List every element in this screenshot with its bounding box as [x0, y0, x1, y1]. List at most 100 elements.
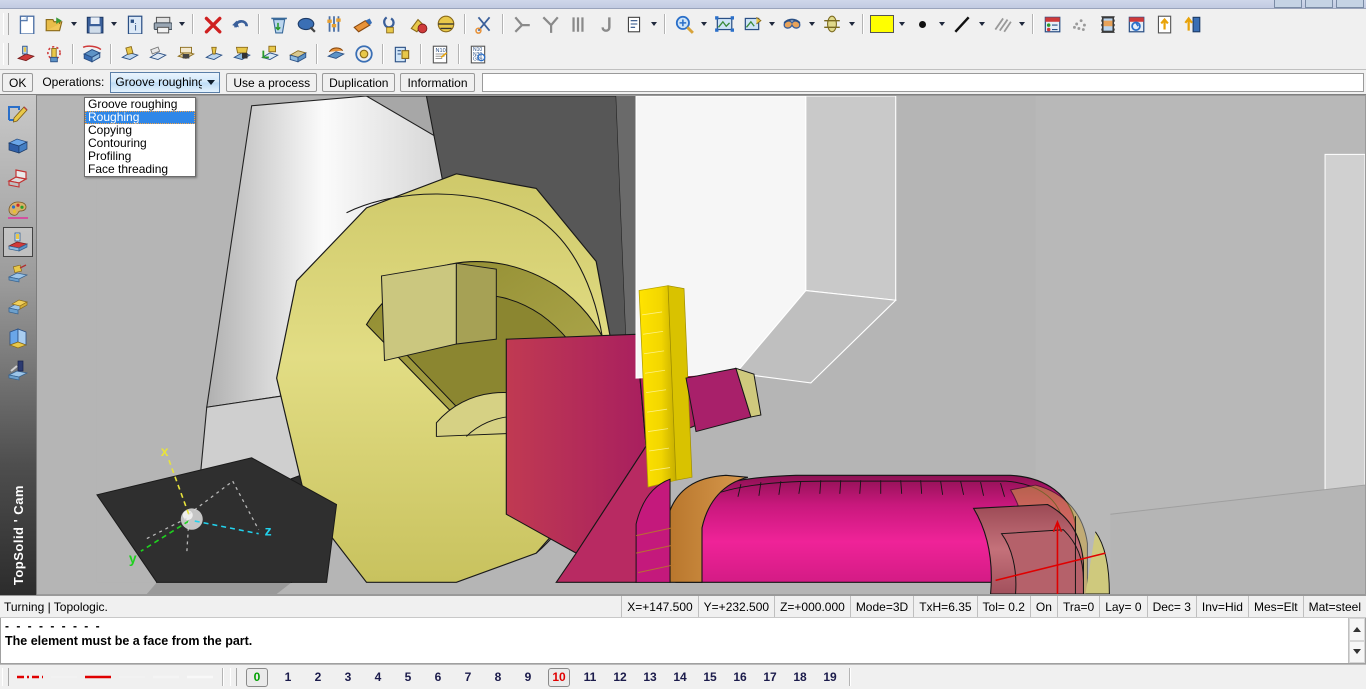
line-style-swatch[interactable] — [115, 668, 149, 686]
roughing-op-icon[interactable] — [116, 40, 144, 68]
layer-button[interactable]: 16 — [730, 669, 750, 686]
layer-button[interactable]: 2 — [308, 669, 328, 686]
text-edit-dropdown-arrow[interactable] — [648, 11, 660, 37]
layer-button[interactable]: 8 — [488, 669, 508, 686]
layer-button[interactable]: 13 — [640, 669, 660, 686]
turning-machine-icon[interactable] — [12, 40, 40, 68]
axis-op-icon[interactable] — [256, 40, 284, 68]
layer-toolbar-grip[interactable] — [230, 668, 237, 686]
layer-button[interactable]: 18 — [790, 669, 810, 686]
line-style-swatch[interactable] — [183, 668, 217, 686]
tool-orange-icon[interactable] — [348, 10, 376, 38]
close-button[interactable] — [1336, 0, 1364, 8]
save-icon[interactable] — [80, 10, 108, 38]
layer-button[interactable]: 15 — [700, 669, 720, 686]
sidebar-item-appearance[interactable] — [3, 195, 33, 225]
export-up-icon[interactable] — [1150, 10, 1178, 38]
line-style-swatch[interactable] — [149, 668, 183, 686]
delete-icon[interactable] — [198, 10, 226, 38]
view-add-icon[interactable] — [738, 10, 766, 38]
import-icon[interactable] — [1178, 10, 1206, 38]
intersect-icon[interactable] — [536, 10, 564, 38]
scroll-up-arrow-icon[interactable] — [1349, 618, 1365, 641]
cycle-icon[interactable] — [350, 40, 378, 68]
sidebar-item-sheet-metal[interactable] — [3, 163, 33, 193]
operations-dropdown-item[interactable]: Face threading — [85, 163, 195, 176]
grooving-op-icon[interactable] — [172, 40, 200, 68]
save-dropdown-arrow[interactable] — [108, 11, 120, 37]
layer-button[interactable]: 14 — [670, 669, 690, 686]
line-style-swatch[interactable] — [47, 668, 81, 686]
layer-button[interactable]: 17 — [760, 669, 780, 686]
parallel-lines-icon[interactable] — [564, 10, 592, 38]
line-style-swatch[interactable] — [13, 668, 47, 686]
information-button[interactable]: Information — [400, 72, 475, 92]
toolbar-grip[interactable] — [3, 13, 9, 35]
color-swatch[interactable] — [868, 10, 896, 38]
tangent-icon[interactable] — [508, 10, 536, 38]
render-icon[interactable] — [1122, 10, 1150, 38]
clamp-icon[interactable] — [376, 10, 404, 38]
simulate-icon[interactable] — [432, 10, 460, 38]
layer-button[interactable]: 0 — [246, 667, 268, 687]
point-style-icon[interactable] — [908, 10, 936, 38]
sidebar-item-assembly[interactable] — [3, 291, 33, 321]
view-dropdown-arrow[interactable] — [766, 11, 778, 37]
message-scroll-spinner[interactable] — [1348, 618, 1365, 663]
glasses-dropdown-arrow[interactable] — [806, 11, 818, 37]
print-icon[interactable] — [148, 10, 176, 38]
open-document-icon[interactable] — [40, 10, 68, 38]
layer-button[interactable]: 6 — [428, 669, 448, 686]
zoom-all-icon[interactable] — [710, 10, 738, 38]
magnifier-blue-icon[interactable] — [292, 10, 320, 38]
film-strip-icon[interactable] — [1094, 10, 1122, 38]
sidebar-item-mold[interactable] — [3, 355, 33, 385]
sidebar-item-tooling[interactable] — [3, 259, 33, 289]
3d-viewport[interactable]: x y z — [37, 95, 1366, 595]
color-dropdown-arrow[interactable] — [896, 11, 908, 37]
toolbar-grip[interactable] — [3, 43, 9, 65]
operations-dropdown-list[interactable]: Groove roughing Roughing Copying Contouring… — [84, 97, 196, 177]
line-style-dropdown-arrow[interactable] — [976, 11, 988, 37]
undo-icon[interactable] — [226, 10, 254, 38]
chevron-down-icon[interactable] — [202, 73, 219, 92]
layer-button[interactable]: 4 — [368, 669, 388, 686]
tool-holder-icon[interactable] — [40, 40, 68, 68]
document-info-icon[interactable]: i — [120, 10, 148, 38]
print-dropdown-arrow[interactable] — [176, 11, 188, 37]
hatch-style-dropdown-arrow[interactable] — [1016, 11, 1028, 37]
drilling-op-icon[interactable] — [200, 40, 228, 68]
hatch-style-icon[interactable] — [988, 10, 1016, 38]
simulation-icon[interactable] — [322, 40, 350, 68]
layer-button[interactable]: 1 — [278, 669, 298, 686]
command-input[interactable] — [481, 72, 1364, 92]
zoom-dropdown-arrow[interactable] — [698, 11, 710, 37]
zoom-in-icon[interactable] — [670, 10, 698, 38]
sidebar-item-machining[interactable] — [3, 227, 33, 257]
layer-button[interactable]: 19 — [820, 669, 840, 686]
nc-program-icon[interactable]: N10 — [426, 40, 454, 68]
machine-icon[interactable] — [404, 10, 432, 38]
layer-button[interactable]: 12 — [610, 669, 630, 686]
text-edit-icon[interactable] — [620, 10, 648, 38]
sidebar-item-shape[interactable] — [3, 131, 33, 161]
cut-icon[interactable] — [470, 10, 498, 38]
line-style-swatch[interactable] — [81, 668, 115, 686]
post-processor-icon[interactable] — [388, 40, 416, 68]
open-dropdown-arrow[interactable] — [68, 11, 80, 37]
maximize-button[interactable] — [1305, 0, 1333, 8]
scroll-down-arrow-icon[interactable] — [1349, 640, 1365, 663]
linestyle-toolbar-grip[interactable] — [2, 668, 9, 686]
part-op-icon[interactable] — [284, 40, 312, 68]
sidebar-item-drafting[interactable] — [3, 323, 33, 353]
layer-button[interactable]: 3 — [338, 669, 358, 686]
use-a-process-button[interactable]: Use a process — [226, 72, 318, 92]
rotate-view-icon[interactable] — [818, 10, 846, 38]
rotate-dropdown-arrow[interactable] — [846, 11, 858, 37]
layer-button[interactable]: 7 — [458, 669, 478, 686]
point-style-dropdown-arrow[interactable] — [936, 11, 948, 37]
parameters-icon[interactable] — [320, 10, 348, 38]
layer-button[interactable]: 10 — [548, 667, 570, 687]
recycle-bin-icon[interactable] — [264, 10, 292, 38]
glasses-icon[interactable] — [778, 10, 806, 38]
